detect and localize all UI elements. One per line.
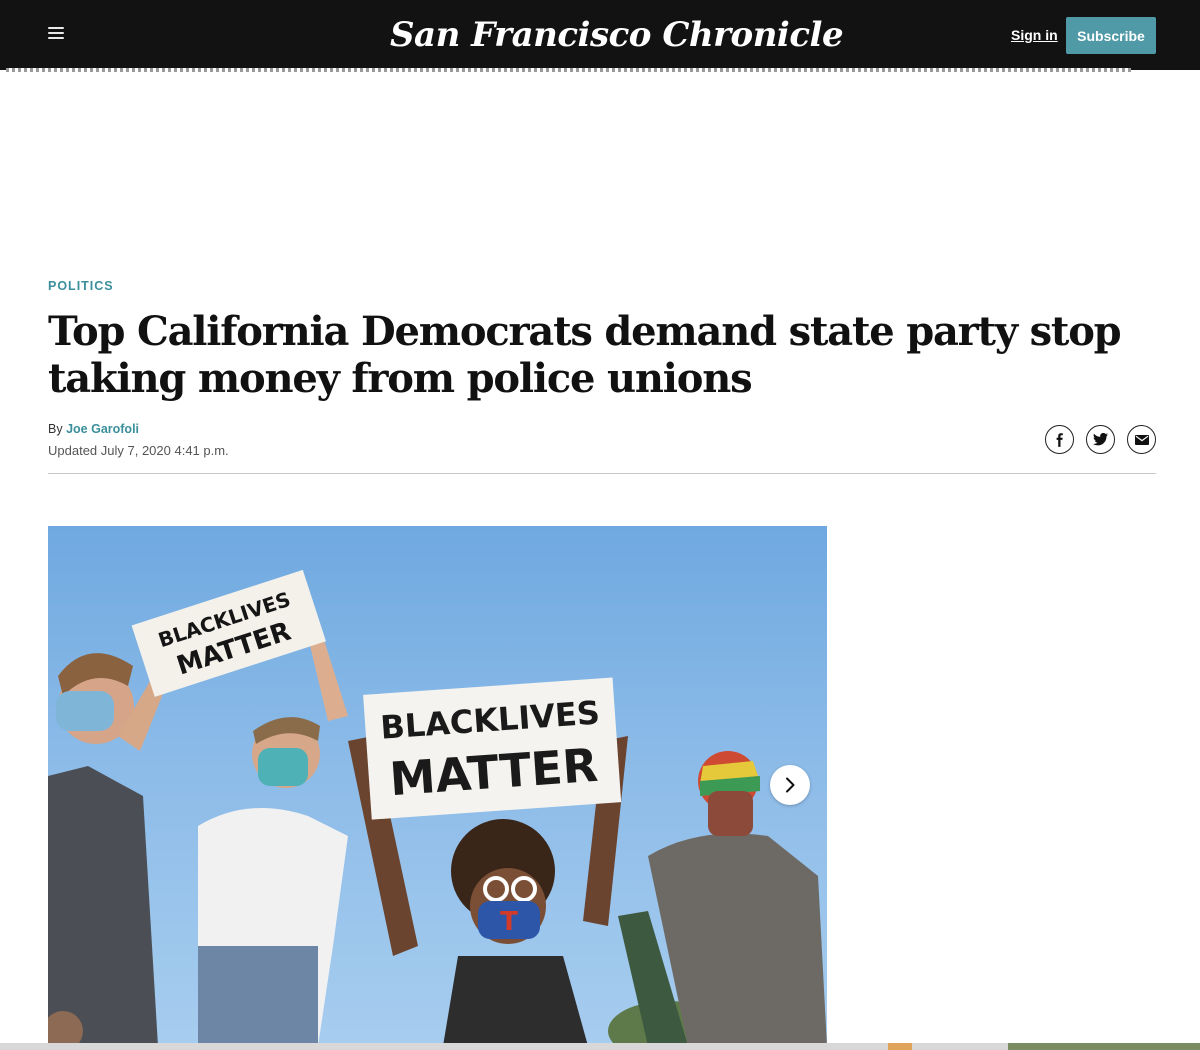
center-protest-sign: BLACKLIVES MATTER (363, 677, 622, 820)
masthead-logo[interactable]: San Francisco Chronicle (390, 10, 844, 60)
section-kicker[interactable]: POLITICS (48, 279, 114, 293)
sign-in-link[interactable]: Sign in (1011, 27, 1058, 43)
top-navigation-bar: San Francisco Chronicle Sign in Subscrib… (0, 0, 1200, 70)
byline-prefix: By (48, 422, 63, 436)
hamburger-menu-icon[interactable] (48, 27, 64, 41)
header-divider (48, 473, 1156, 474)
protest-photo-illustration: BLACKLIVES MATTER BLACKLIVES MATTER T (48, 569, 827, 1046)
mask-letter: T (500, 907, 518, 937)
updated-timestamp: Updated July 7, 2020 4:41 p.m. (48, 443, 229, 458)
facebook-icon (1056, 432, 1063, 447)
lead-photo[interactable]: BLACKLIVES MATTER BLACKLIVES MATTER T (48, 526, 827, 1046)
gallery-next-button[interactable] (770, 765, 810, 805)
bottom-content-strip (0, 1043, 1200, 1050)
author-link[interactable]: Joe Garofoli (66, 422, 139, 436)
share-email-button[interactable] (1127, 425, 1156, 454)
chevron-right-icon (786, 777, 795, 793)
left-protest-sign: BLACKLIVES MATTER (131, 569, 326, 697)
ad-divider-strip (6, 68, 1131, 72)
email-icon (1134, 434, 1149, 445)
byline: By Joe Garofoli (48, 422, 139, 436)
share-facebook-button[interactable] (1045, 425, 1074, 454)
share-twitter-button[interactable] (1086, 425, 1115, 454)
subscribe-button[interactable]: Subscribe (1066, 17, 1156, 54)
article-headline: Top California Democrats demand state pa… (48, 308, 1122, 402)
twitter-icon (1093, 433, 1108, 446)
